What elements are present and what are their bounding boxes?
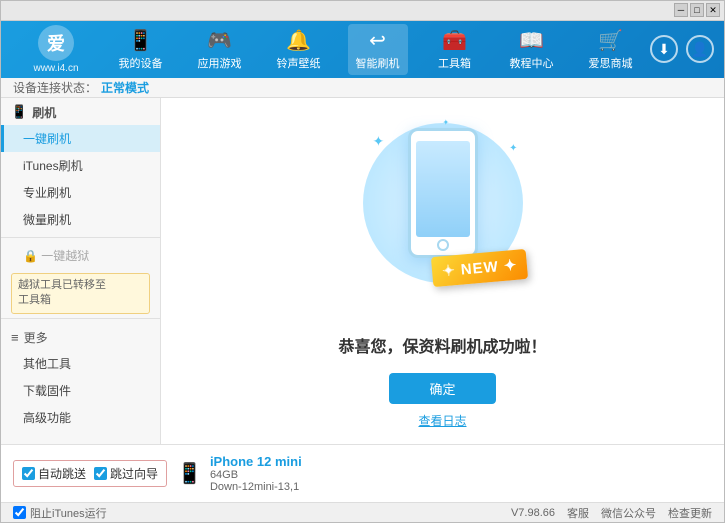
phone-body xyxy=(408,128,478,258)
device-info: iPhone 12 mini 64GB Down-12mini-13,1 xyxy=(210,454,302,493)
sparkle-top-right: ✦ xyxy=(509,143,517,154)
more-section-icon: ≡ xyxy=(11,330,19,345)
nav-smart-flash[interactable]: ↩ 智能刷机 xyxy=(348,24,408,75)
sidebar-item-micro-flash[interactable]: 微量刷机 xyxy=(1,206,160,233)
flash-section-icon: 📱 xyxy=(11,104,27,120)
check-update-link[interactable]: 检查更新 xyxy=(668,505,712,521)
nav-items: 📱 我的设备 🎮 应用游戏 🔔 铃声壁纸 ↩ 智能刷机 🧰 工具箱 📖 教 xyxy=(101,24,650,75)
footer-right: V7.98.66 客服 微信公众号 检查更新 xyxy=(511,505,712,521)
app-game-icon: 🎮 xyxy=(207,28,232,53)
logo-text: www.i4.cn xyxy=(33,63,78,74)
sidebar: 📱 刷机 一键刷机 iTunes刷机 专业刷机 微量刷机 🔒 一键越狱 越狱工具… xyxy=(1,98,161,444)
sidebar-notice: 越狱工具已转移至 工具箱 xyxy=(11,273,150,314)
wechat-link[interactable]: 微信公众号 xyxy=(601,505,656,521)
nav-right: ⬇ 👤 xyxy=(650,35,714,63)
device-checkbox-area: 自动跳送 跳过向导 xyxy=(13,460,167,487)
sidebar-divider-2 xyxy=(1,318,160,319)
smart-flash-icon: ↩ xyxy=(369,28,386,53)
nav-tutorial[interactable]: 📖 教程中心 xyxy=(502,24,562,75)
shop-icon: 🛒 xyxy=(598,28,623,53)
auto-push-label: 自动跳送 xyxy=(38,465,86,482)
header: 爱 www.i4.cn 📱 我的设备 🎮 应用游戏 🔔 铃声壁纸 ↩ 智能刷机 … xyxy=(1,21,724,78)
sidebar-item-advanced-features[interactable]: 高级功能 xyxy=(1,404,160,431)
status-value: 正常模式 xyxy=(101,79,149,96)
sidebar-item-other-tools[interactable]: 其他工具 xyxy=(1,350,160,377)
status-bar: 设备连接状态： 正常模式 xyxy=(1,78,724,98)
sidebar-item-one-click-flash[interactable]: 一键刷机 xyxy=(1,125,160,152)
toolbox-label: 工具箱 xyxy=(438,55,471,71)
illustration-wrapper: ✦ ✦ ✦ ✦ NEW ✦ xyxy=(353,113,533,313)
bottom-bar: 自动跳送 跳过向导 📱 iPhone 12 mini 64GB Down-12m… xyxy=(1,444,724,502)
skip-wizard-checkbox[interactable]: 跳过向导 xyxy=(94,465,158,482)
block-itunes-checkbox[interactable] xyxy=(13,506,26,519)
device-name: iPhone 12 mini xyxy=(210,454,302,469)
close-button[interactable]: ✕ xyxy=(706,3,720,17)
content-area: ✦ ✦ ✦ ✦ NEW ✦ 恭喜您，保资料刷机成功啦！ 确定 查看日志 xyxy=(161,98,724,444)
sidebar-item-download-firmware[interactable]: 下载固件 xyxy=(1,377,160,404)
sparkle-top-left: ✦ xyxy=(373,133,385,150)
tutorial-label: 教程中心 xyxy=(510,55,554,71)
device-storage: 64GB xyxy=(210,469,302,481)
sparkle-top-center: ✦ xyxy=(443,118,450,127)
footer-left: 阻止iTunes运行 xyxy=(13,505,107,521)
hero-container: ✦ ✦ ✦ ✦ NEW ✦ xyxy=(353,113,533,313)
more-section-label: 更多 xyxy=(24,329,48,346)
app-window: ─ □ ✕ 爱 www.i4.cn 📱 我的设备 🎮 应用游戏 🔔 铃声壁纸 xyxy=(0,0,725,523)
main-layout: 📱 刷机 一键刷机 iTunes刷机 专业刷机 微量刷机 🔒 一键越狱 越狱工具… xyxy=(1,98,724,444)
jailbreak-label: 一键越狱 xyxy=(41,249,89,263)
sidebar-divider-1 xyxy=(1,237,160,238)
download-button[interactable]: ⬇ xyxy=(650,35,678,63)
auto-push-input[interactable] xyxy=(22,467,35,480)
success-message: 恭喜您，保资料刷机成功啦！ xyxy=(338,333,546,357)
sidebar-item-jailbreak: 🔒 一键越狱 xyxy=(1,242,160,269)
customer-service-link[interactable]: 客服 xyxy=(567,505,589,521)
minimize-button[interactable]: ─ xyxy=(674,3,688,17)
sidebar-item-pro-flash[interactable]: 专业刷机 xyxy=(1,179,160,206)
nav-toolbox[interactable]: 🧰 工具箱 xyxy=(427,24,483,75)
logo-icon: 爱 xyxy=(38,25,74,61)
auto-push-checkbox[interactable]: 自动跳送 xyxy=(22,465,86,482)
version-label: V7.98.66 xyxy=(511,507,555,519)
skip-wizard-input[interactable] xyxy=(94,467,107,480)
phone-screen xyxy=(416,141,470,237)
flash-section-label: 刷机 xyxy=(32,104,56,121)
restore-button[interactable]: □ xyxy=(690,3,704,17)
status-label: 设备连接状态： xyxy=(13,79,97,96)
sidebar-more-header: ≡ 更多 xyxy=(1,323,160,350)
phone-home-button xyxy=(437,239,449,251)
ringtone-label: 铃声壁纸 xyxy=(277,55,321,71)
my-device-label: 我的设备 xyxy=(119,55,163,71)
nav-shop[interactable]: 🛒 爱思商城 xyxy=(581,24,641,75)
tutorial-icon: 📖 xyxy=(519,28,544,53)
skip-wizard-label: 跳过向导 xyxy=(110,465,158,482)
smart-flash-label: 智能刷机 xyxy=(356,55,400,71)
device-system: Down-12mini-13,1 xyxy=(210,481,302,493)
block-itunes-label: 阻止iTunes运行 xyxy=(30,505,107,521)
title-bar: ─ □ ✕ xyxy=(1,1,724,21)
lock-icon: 🔒 xyxy=(23,249,41,263)
shop-label: 爱思商城 xyxy=(589,55,633,71)
sidebar-item-itunes-flash[interactable]: iTunes刷机 xyxy=(1,152,160,179)
app-game-label: 应用游戏 xyxy=(198,55,242,71)
secondary-link[interactable]: 查看日志 xyxy=(418,412,466,429)
title-bar-buttons: ─ □ ✕ xyxy=(674,3,720,17)
logo-area: 爱 www.i4.cn xyxy=(11,25,101,74)
nav-app-game[interactable]: 🎮 应用游戏 xyxy=(190,24,250,75)
footer: 阻止iTunes运行 V7.98.66 客服 微信公众号 检查更新 xyxy=(1,502,724,522)
device-icon: 📱 xyxy=(177,461,202,486)
sidebar-flash-header: 📱 刷机 xyxy=(1,98,160,125)
confirm-button[interactable]: 确定 xyxy=(389,373,495,404)
nav-my-device[interactable]: 📱 我的设备 xyxy=(111,24,171,75)
user-button[interactable]: 👤 xyxy=(686,35,714,63)
ringtone-icon: 🔔 xyxy=(286,28,311,53)
my-device-icon: 📱 xyxy=(128,28,153,53)
toolbox-icon: 🧰 xyxy=(442,28,467,53)
nav-ringtone[interactable]: 🔔 铃声壁纸 xyxy=(269,24,329,75)
